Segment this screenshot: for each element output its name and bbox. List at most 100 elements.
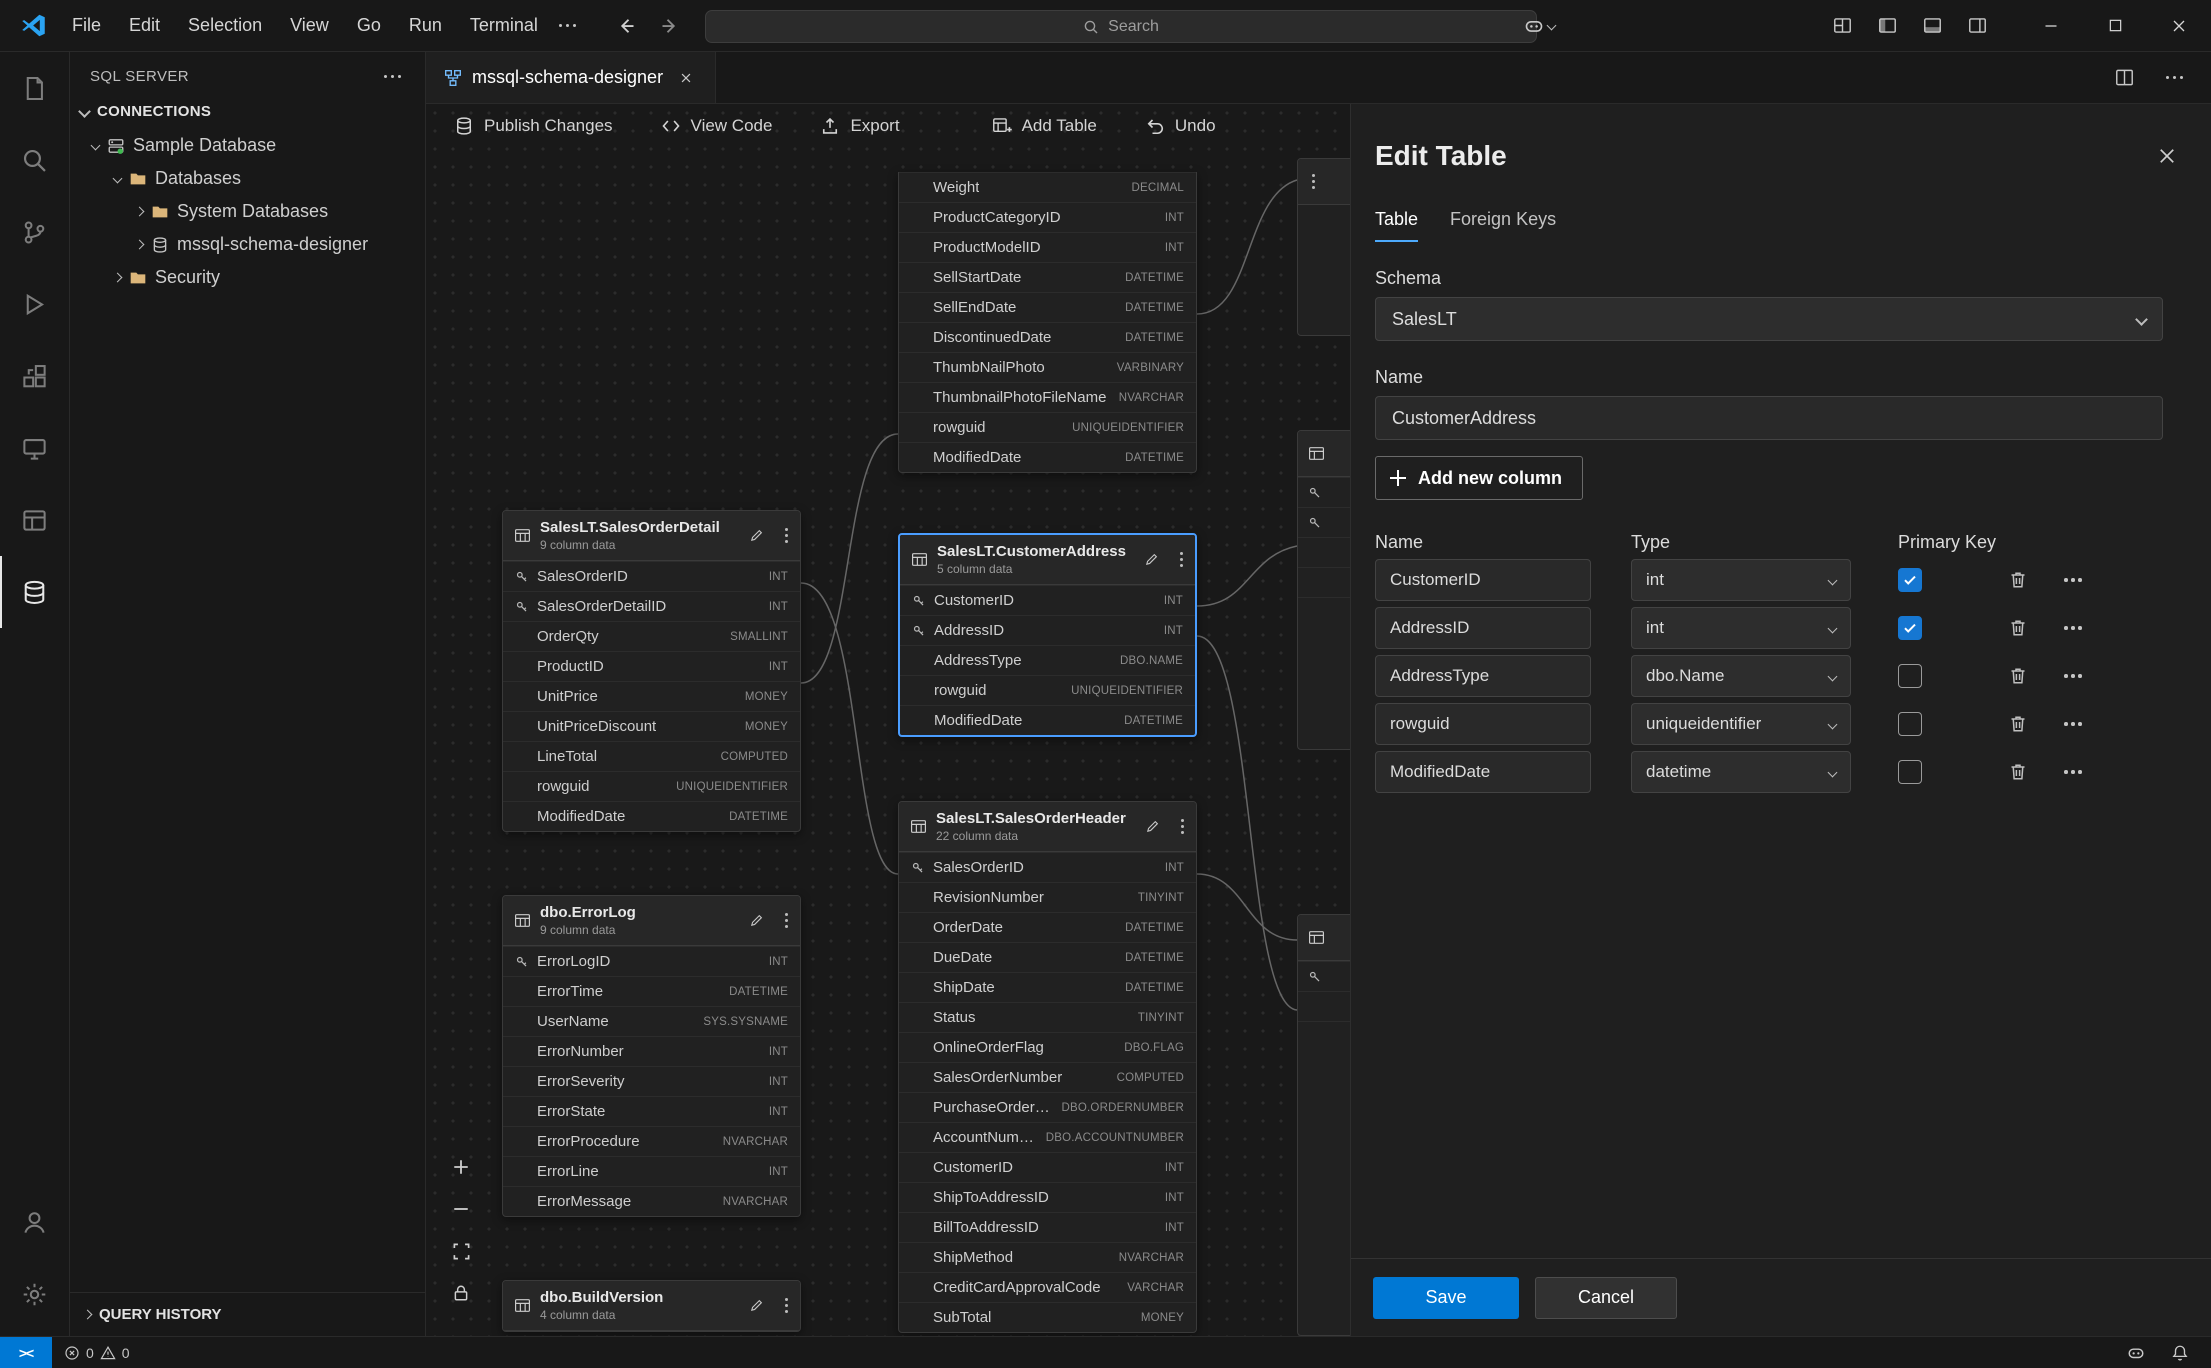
save-button[interactable]: Save xyxy=(1373,1277,1519,1319)
edit-table-icon[interactable] xyxy=(1136,546,1167,573)
layout-sidebar-right-icon[interactable] xyxy=(1960,10,1995,41)
diagram-table-partial[interactable] xyxy=(1297,430,1353,750)
tree-item-sample-database[interactable]: Sample Database xyxy=(70,129,425,162)
column-type-select[interactable]: int xyxy=(1631,559,1851,601)
column-name-input[interactable] xyxy=(1375,655,1591,697)
command-center-search[interactable]: Search xyxy=(705,10,1537,43)
column-row[interactable]: ErrorState INT xyxy=(503,1096,800,1126)
column-row[interactable]: ErrorLogID INT xyxy=(503,946,800,976)
column-row[interactable]: rowguid UNIQUEIDENTIFIER xyxy=(503,771,800,801)
table-more-icon[interactable] xyxy=(781,1294,792,1317)
menu-view[interactable]: View xyxy=(277,9,342,42)
column-more-icon[interactable] xyxy=(2058,620,2088,636)
column-row[interactable]: rowguid UNIQUEIDENTIFIER xyxy=(900,675,1195,705)
column-row[interactable]: DueDate DATETIME xyxy=(899,942,1196,972)
menu-selection[interactable]: Selection xyxy=(175,9,275,42)
layout-customize-icon[interactable] xyxy=(1825,10,1860,41)
bell-icon[interactable] xyxy=(2163,1338,2197,1368)
column-row[interactable]: PurchaseOrderNumber DBO.ORDERNUMBER xyxy=(899,1092,1196,1122)
column-row[interactable]: UserName SYS.SYSNAME xyxy=(503,1006,800,1036)
add-new-column-button[interactable]: Add new column xyxy=(1375,456,1583,500)
column-more-icon[interactable] xyxy=(2058,764,2088,780)
remote-icon[interactable]: >< xyxy=(0,1337,52,1368)
close-icon[interactable] xyxy=(2151,140,2183,175)
column-type-select[interactable]: dbo.Name xyxy=(1631,655,1851,697)
column-row[interactable]: CustomerID INT xyxy=(900,585,1195,615)
column-row[interactable]: DiscontinuedDate DATETIME xyxy=(899,322,1196,352)
tree-item-mssql-schema-designer[interactable]: mssql-schema-designer xyxy=(70,228,425,261)
menu-file[interactable]: File xyxy=(59,9,114,42)
menu-run[interactable]: Run xyxy=(396,9,455,42)
export-button[interactable]: Export xyxy=(820,116,899,136)
column-row[interactable]: SalesOrderID INT xyxy=(899,852,1196,882)
column-row[interactable]: OnlineOrderFlag DBO.FLAG xyxy=(899,1032,1196,1062)
maximize-icon[interactable] xyxy=(2083,0,2147,51)
tab-close-icon[interactable] xyxy=(673,65,699,91)
nav-forward-button[interactable] xyxy=(652,10,688,42)
column-row[interactable]: OrderQty SMALLINT xyxy=(503,621,800,651)
diagram-table-partial[interactable] xyxy=(1297,914,1353,1336)
lock-icon[interactable] xyxy=(446,1278,476,1308)
primary-key-checkbox[interactable] xyxy=(1898,664,1922,688)
column-row[interactable]: ModifiedDate DATETIME xyxy=(503,801,800,831)
column-row[interactable]: ShipDate DATETIME xyxy=(899,972,1196,1002)
source-control-icon[interactable] xyxy=(0,196,69,268)
delete-column-icon[interactable] xyxy=(2004,758,2032,786)
edit-table-icon[interactable] xyxy=(1137,813,1168,840)
column-row[interactable]: Status TINYINT xyxy=(899,1002,1196,1032)
column-row[interactable]: CreditCardApprovalCode VARCHAR xyxy=(899,1272,1196,1302)
delete-column-icon[interactable] xyxy=(2004,614,2032,642)
column-row[interactable]: ThumbnailPhotoFileName NVARCHAR xyxy=(899,382,1196,412)
column-name-input[interactable] xyxy=(1375,703,1591,745)
column-row[interactable]: UnitPrice MONEY xyxy=(503,681,800,711)
menu-edit[interactable]: Edit xyxy=(116,9,173,42)
column-type-select[interactable]: datetime xyxy=(1631,751,1851,793)
tab-table[interactable]: Table xyxy=(1375,209,1418,242)
column-row[interactable]: ModifiedDate DATETIME xyxy=(900,705,1195,735)
column-row[interactable]: RevisionNumber TINYINT xyxy=(899,882,1196,912)
sql-server-icon[interactable] xyxy=(0,556,69,628)
tab-mssql-schema-designer[interactable]: mssql-schema-designer xyxy=(426,52,716,103)
column-row[interactable]: AddressType DBO.NAME xyxy=(900,645,1195,675)
run-debug-icon[interactable] xyxy=(0,268,69,340)
primary-key-checkbox[interactable] xyxy=(1898,568,1922,592)
column-row[interactable]: ErrorTime DATETIME xyxy=(503,976,800,1006)
minimize-icon[interactable] xyxy=(2019,0,2083,51)
column-row[interactable]: SellStartDate DATETIME xyxy=(899,262,1196,292)
column-row[interactable]: ErrorSeverity INT xyxy=(503,1066,800,1096)
diagram-table-sales-order-header[interactable]: SalesLT.SalesOrderHeader 22 column data … xyxy=(898,801,1197,1333)
column-row[interactable]: UnitPriceDiscount MONEY xyxy=(503,711,800,741)
tab-foreign-keys[interactable]: Foreign Keys xyxy=(1450,209,1556,242)
delete-column-icon[interactable] xyxy=(2004,662,2032,690)
add-table-button[interactable]: Add Table xyxy=(992,116,1097,136)
sidebar-more-icon[interactable] xyxy=(378,69,408,85)
account-icon[interactable] xyxy=(0,1186,69,1258)
layout-icon[interactable] xyxy=(0,484,69,556)
tree-item-security[interactable]: Security xyxy=(70,261,425,294)
layout-sidebar-left-icon[interactable] xyxy=(1870,10,1905,41)
column-row[interactable]: ErrorLine INT xyxy=(503,1156,800,1186)
undo-button[interactable]: Undo xyxy=(1145,116,1216,136)
table-more-icon[interactable] xyxy=(781,524,792,547)
copilot-icon[interactable] xyxy=(2119,1338,2153,1368)
primary-key-checkbox[interactable] xyxy=(1898,616,1922,640)
column-row[interactable]: SalesOrderDetailID INT xyxy=(503,591,800,621)
column-row[interactable]: AccountNumber DBO.ACCOUNTNUMBER xyxy=(899,1122,1196,1152)
column-row[interactable]: ErrorMessage NVARCHAR xyxy=(503,1186,800,1216)
column-row[interactable]: ErrorNumber INT xyxy=(503,1036,800,1066)
column-row[interactable]: AddressID INT xyxy=(900,615,1195,645)
column-row[interactable]: BillToAddressID INT xyxy=(899,1212,1196,1242)
column-name-input[interactable] xyxy=(1375,751,1591,793)
problems-status[interactable]: 0 0 xyxy=(52,1337,142,1368)
column-row[interactable]: ProductCategoryID INT xyxy=(899,202,1196,232)
connections-section-header[interactable]: CONNECTIONS xyxy=(70,93,425,129)
column-more-icon[interactable] xyxy=(2058,716,2088,732)
column-row[interactable]: SalesOrderNumber COMPUTED xyxy=(899,1062,1196,1092)
copilot-menu[interactable] xyxy=(1524,16,1555,36)
column-row[interactable]: ModifiedDate DATETIME xyxy=(899,442,1196,472)
column-name-input[interactable] xyxy=(1375,607,1591,649)
diagram-table-error-log[interactable]: dbo.ErrorLog 9 column data ErrorLogID IN… xyxy=(502,895,801,1217)
diagram-table-product-partial[interactable]: Weight DECIMAL ProductCategoryID INT Pro xyxy=(898,172,1197,473)
query-history-section-header[interactable]: QUERY HISTORY xyxy=(70,1292,425,1336)
column-row[interactable]: ProductID INT xyxy=(503,651,800,681)
